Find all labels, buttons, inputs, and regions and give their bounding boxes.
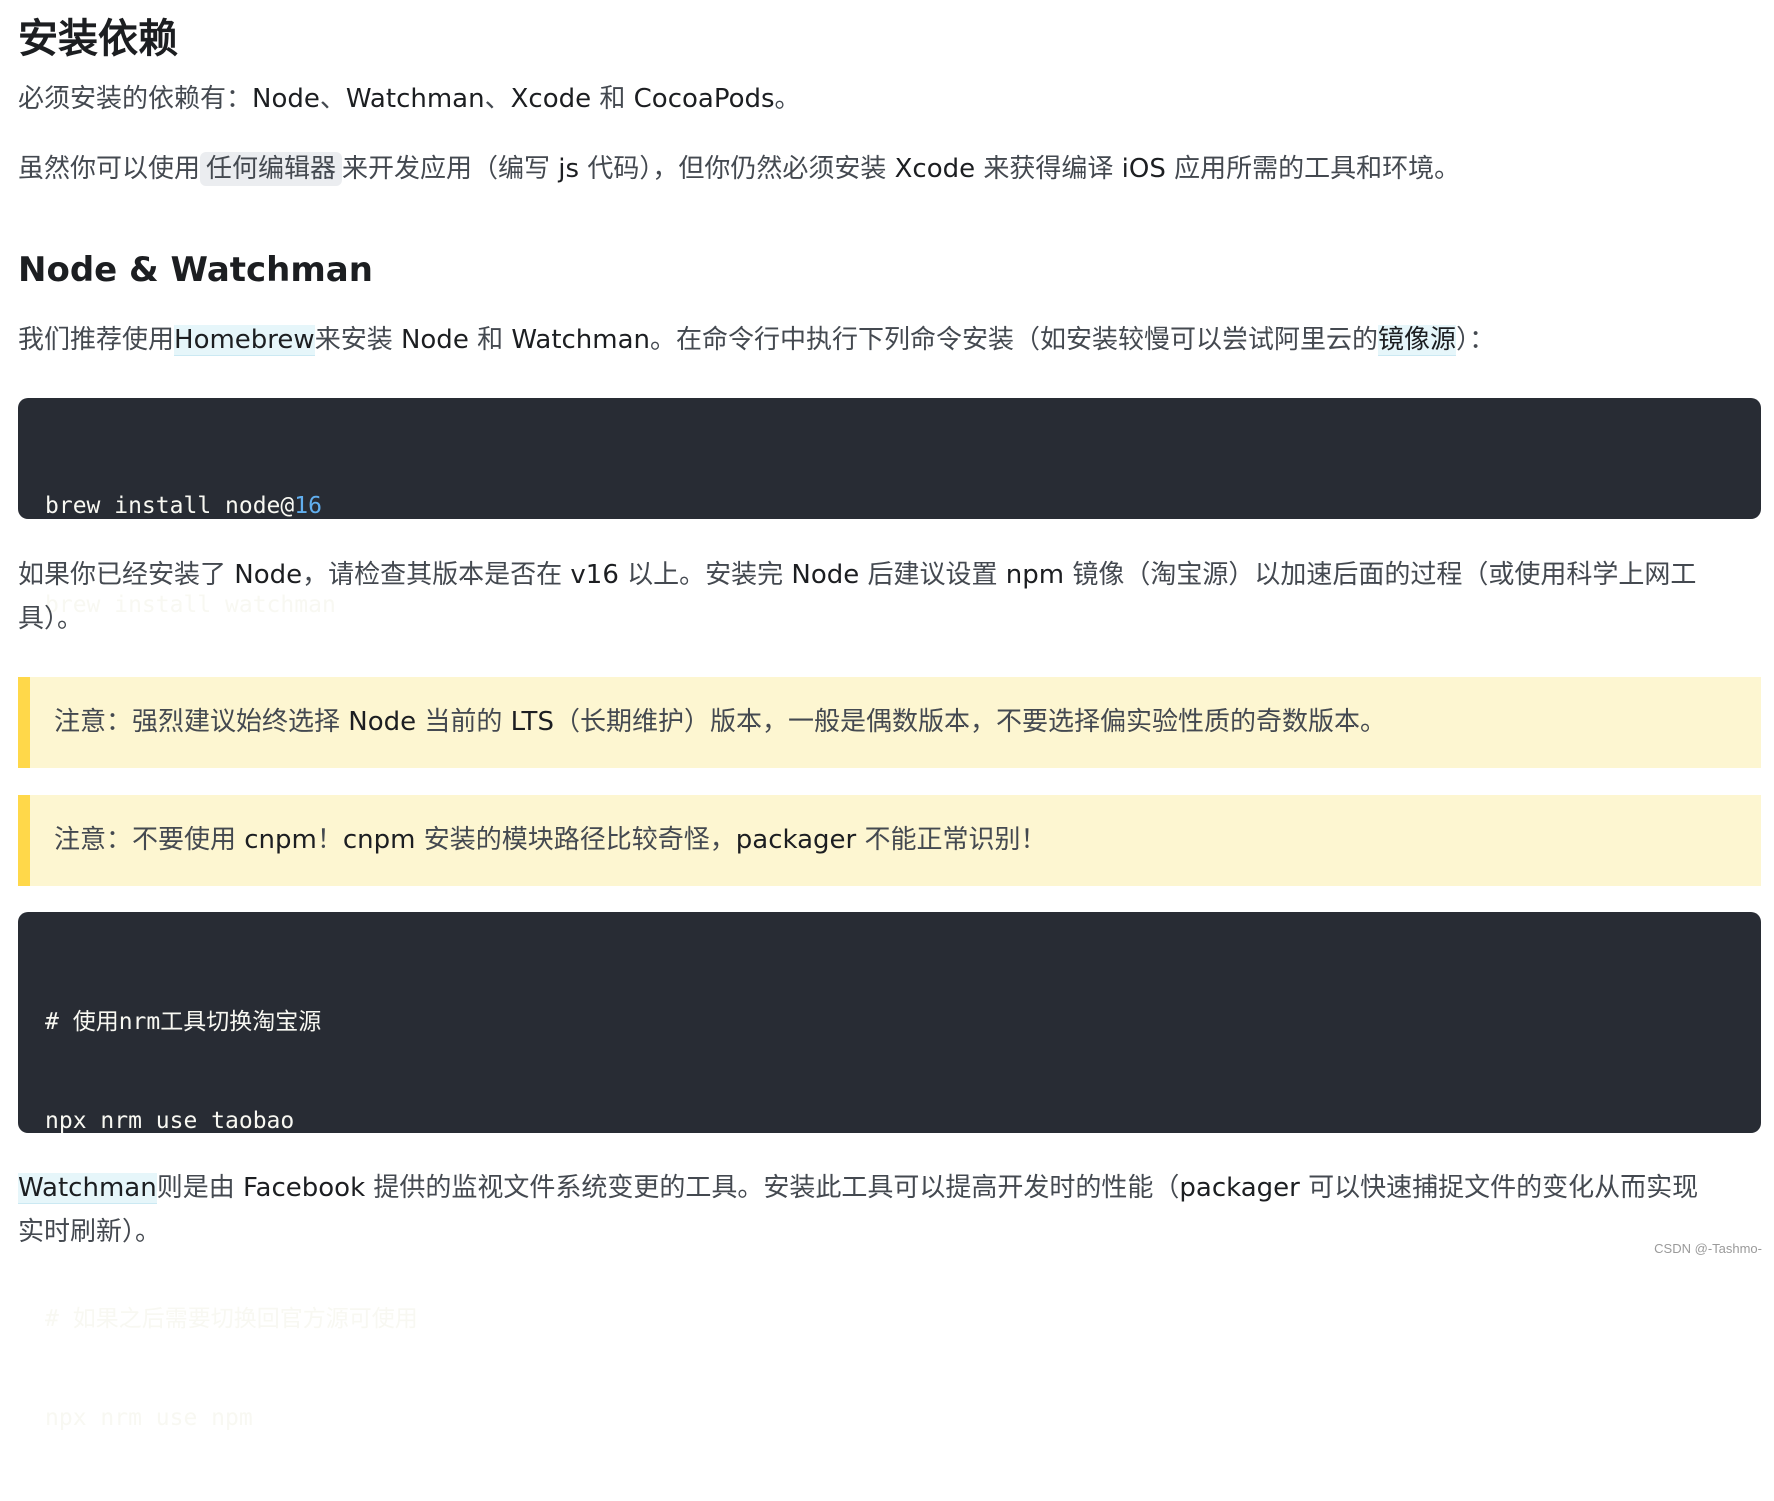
text: 来开发应用（编写 [342,154,559,184]
text: 和 [468,325,512,355]
text: 以上。安装完 [618,560,792,590]
text-node: Node [400,325,469,355]
text: 当前的 [416,707,511,737]
watchman-paragraph-line2: 实时刷新）。 [18,1217,162,1247]
dep-watchman: Watchman [345,84,485,114]
text-facebook: Facebook [242,1173,366,1203]
text: 安装的模块路径比较奇怪， [415,825,736,855]
dep-node: Node [252,84,320,114]
watermark: CSDN @-Tashmo- [1654,1241,1762,1256]
homebrew-link[interactable]: Homebrew [174,325,315,356]
version-paragraph-line2: 具）。 [18,604,84,634]
separator: 、 [319,84,346,114]
text: ！ [316,825,343,855]
watchman-paragraph: Watchman则是由 Facebook 提供的监视文件系统变更的工具。安装此工… [18,1166,1698,1210]
code-line: brew install node@16 [45,490,1734,523]
text: 可以快速捕捉文件的变化从而实现 [1299,1173,1699,1203]
version-paragraph: 如果你已经安装了 Node，请检查其版本是否在 v16 以上。安装完 Node … [18,553,1696,597]
text-node: Node [348,707,417,737]
watchman-link[interactable]: Watchman [18,1173,157,1204]
deps-prefix: 必须安装的依赖有： [18,84,253,114]
text: 代码），但你仍然必须安装 [579,154,895,184]
text: 注意：不要使用 [54,825,245,855]
text: 不能正常识别！ [856,825,1047,855]
text: 。在命令行中执行下列命令安装（如安装较慢可以尝试阿里云的 [650,325,1379,355]
dep-cocoapods: CocoaPods [633,84,775,114]
text-npm: npm [1005,560,1065,590]
text: 镜像（淘宝源）以加速后面的过程（或使用科学上网工 [1064,560,1697,590]
text: 虽然你可以使用 [18,154,201,184]
section-heading-node-watchman: Node & Watchman [18,250,373,290]
period: 。 [774,84,801,114]
inline-code-editor: 任何编辑器 [200,152,343,186]
text-node: Node [234,560,303,590]
editor-paragraph: 虽然你可以使用 任何编辑器 来开发应用（编写 js 代码），但你仍然必须安装 Xco… [18,147,1460,191]
mirror-link[interactable]: 镜像源 [1378,325,1457,356]
doc-page: 安装依赖 必须安装的依赖有：Node、Watchman、Xcode 和 Coco… [0,0,1774,1431]
dep-xcode: Xcode [510,84,592,114]
code-line: npx nrm use taobao [45,1108,295,1134]
text: 注意：强烈建议始终选择 [54,707,349,737]
text: 我们推荐使用 [18,325,175,355]
text-ios: iOS [1121,154,1166,184]
text: 来获得编译 [975,154,1122,184]
text-packager: packager [1179,1173,1300,1203]
text: 如果你已经安装了 [18,560,235,590]
text-xcode: Xcode [894,154,976,184]
text-version: v16 [570,560,619,590]
text: 则是由 [156,1173,243,1203]
note-lts: 注意：强烈建议始终选择 Node 当前的 LTS（长期维护）版本，一般是偶数版本… [18,677,1761,768]
text-cnpm: cnpm [244,825,317,855]
separator: 、 [484,84,511,114]
text-node: Node [791,560,860,590]
text-packager: packager [735,825,857,855]
deps-paragraph: 必须安装的依赖有：Node、Watchman、Xcode 和 CocoaPods… [18,77,801,121]
text-watchman: Watchman [511,325,651,355]
code-number: 16 [294,493,322,519]
text: ，请检查其版本是否在 [302,560,571,590]
code-line: npx nrm use npm [45,1405,253,1431]
text: 提供的监视文件系统变更的工具。安装此工具可以提高开发时的性能（ [365,1173,1180,1203]
code-block-install[interactable]: brew install node@16 brew install watchm… [18,398,1761,618]
text-lts: LTS [510,707,554,737]
code-block-nrm[interactable]: # 使用nrm工具切换淘宝源 npx nrm use taobao # 如果之后… [18,912,1761,1431]
text-cnpm: cnpm [342,825,416,855]
text: 后建议设置 [859,560,1006,590]
text-js: js [558,154,580,184]
code-text: brew install node@ [45,493,295,519]
note-cnpm: 注意：不要使用 cnpm！cnpm 安装的模块路径比较奇怪，packager 不… [18,795,1761,886]
page-title: 安装依赖 [18,16,178,62]
homebrew-paragraph: 我们推荐使用Homebrew来安装 Node 和 Watchman。在命令行中执… [18,318,1495,362]
code-comment: # 如果之后需要切换回官方源可使用 [45,1306,418,1332]
and-text: 和 [591,84,634,114]
text: （长期维护）版本，一般是偶数版本，不要选择偏实验性质的奇数版本。 [553,707,1386,737]
text: 来安装 [314,325,401,355]
code-comment: # 使用nrm工具切换淘宝源 [45,1009,322,1035]
text: ）： [1456,325,1496,355]
text: 应用所需的工具和环境。 [1165,154,1461,184]
